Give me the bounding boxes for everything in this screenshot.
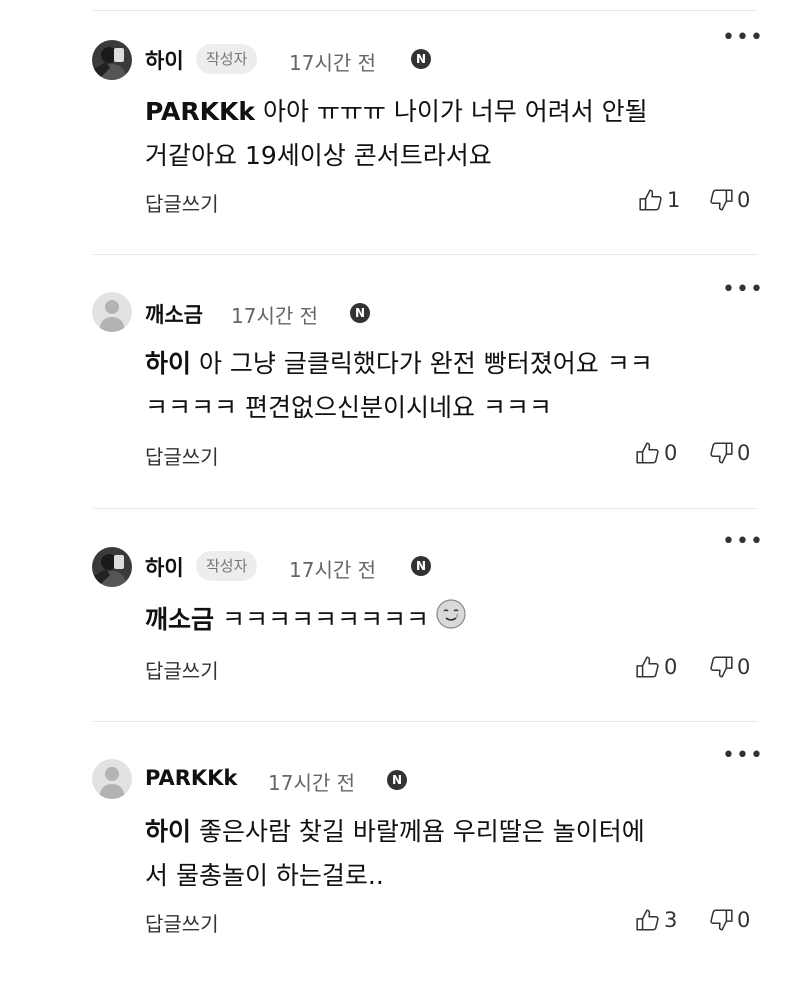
dislike-button[interactable]: 0 xyxy=(708,187,750,213)
comment-author[interactable]: 깨소금 xyxy=(145,299,203,329)
default-avatar-icon xyxy=(92,292,132,332)
thumbs-up-icon xyxy=(639,189,662,211)
avatar[interactable] xyxy=(92,547,132,587)
like-button[interactable]: 3 xyxy=(635,907,677,933)
more-options-icon[interactable]: ••• xyxy=(722,279,764,301)
dislike-button[interactable]: 0 xyxy=(708,440,750,466)
comment-author[interactable]: 하이 xyxy=(145,45,184,75)
thumbs-down-icon xyxy=(710,909,733,931)
dislike-count: 0 xyxy=(737,441,751,465)
comment-text: 깨소금 ㅋㅋㅋㅋㅋㅋㅋㅋㅋ xyxy=(145,598,745,644)
avatar[interactable] xyxy=(92,292,132,332)
comment-text-line: 거같아요 19세이상 콘서트라서요 xyxy=(145,141,492,170)
like-button[interactable]: 1 xyxy=(638,187,680,213)
reply-button[interactable]: 답글쓰기 xyxy=(145,908,219,937)
comment-text-line: ㅋㅋㅋㅋㅋㅋㅋㅋㅋ xyxy=(214,605,429,634)
thumbs-down-icon xyxy=(710,442,733,464)
thumbs-up-icon xyxy=(636,442,659,464)
reply-button[interactable]: 답글쓰기 xyxy=(145,655,219,684)
reply-button[interactable]: 답글쓰기 xyxy=(145,441,219,470)
new-badge: N xyxy=(350,303,370,323)
more-options-icon[interactable]: ••• xyxy=(722,27,764,49)
comment-text: PARKKk 아아 ㅠㅠㅠ 나이가 너무 어려서 안될 거같아요 19세이상 콘… xyxy=(145,90,745,178)
author-badge: 작성자 xyxy=(196,44,258,74)
default-avatar-icon xyxy=(92,759,132,799)
comment-time: 17시간 전 xyxy=(289,51,377,75)
dislike-count: 0 xyxy=(737,655,751,679)
comment-divider xyxy=(93,254,757,255)
comment-divider xyxy=(93,508,757,509)
thumbs-up-icon xyxy=(636,909,659,931)
dislike-count: 0 xyxy=(737,188,751,212)
comment-time: 17시간 전 xyxy=(231,304,319,328)
mention[interactable]: 하이 xyxy=(145,817,191,846)
reply-button[interactable]: 답글쓰기 xyxy=(145,188,219,217)
comment-text: 하이 좋은사람 찾길 바랄께욤 우리딸은 놀이터에 서 물총놀이 하는걸로.. xyxy=(145,810,745,898)
thumbs-up-icon xyxy=(636,656,659,678)
mention[interactable]: 깨소금 xyxy=(145,605,214,634)
thumbs-down-icon xyxy=(710,656,733,678)
new-badge: N xyxy=(411,49,431,69)
top-divider xyxy=(93,10,757,11)
comment-time: 17시간 전 xyxy=(268,771,356,795)
comment-text-line: 아아 ㅠㅠㅠ 나이가 너무 어려서 안될 xyxy=(255,97,648,126)
comment-text-line: 좋은사람 찾길 바랄께욤 우리딸은 놀이터에 xyxy=(191,817,645,846)
comment-text: 하이 아 그냥 글클릭했다가 완전 빵터졌어요 ㅋㅋ ㅋㅋㅋㅋ 편견없으신분이시… xyxy=(145,342,745,430)
comment-divider xyxy=(93,721,757,722)
author-badge: 작성자 xyxy=(196,551,258,581)
like-count: 0 xyxy=(664,655,678,679)
comment-text-line: 서 물총놀이 하는걸로.. xyxy=(145,861,384,890)
thumbs-down-icon xyxy=(710,189,733,211)
mention[interactable]: PARKKk xyxy=(145,97,255,126)
comment-author[interactable]: PARKKk xyxy=(145,766,237,790)
more-options-icon[interactable]: ••• xyxy=(722,531,764,553)
new-badge: N xyxy=(387,770,407,790)
like-button[interactable]: 0 xyxy=(635,440,677,466)
new-badge: N xyxy=(411,556,431,576)
like-button[interactable]: 0 xyxy=(635,654,677,680)
comment-author[interactable]: 하이 xyxy=(145,552,184,582)
more-options-icon[interactable]: ••• xyxy=(722,745,764,767)
like-count: 3 xyxy=(664,908,678,932)
profile-photo-icon xyxy=(92,40,132,80)
mention[interactable]: 하이 xyxy=(145,349,191,378)
comment-text-line: 아 그냥 글클릭했다가 완전 빵터졌어요 ㅋㅋ xyxy=(191,349,653,378)
dislike-count: 0 xyxy=(737,908,751,932)
comment-text-line: ㅋㅋㅋㅋ 편견없으신분이시네요 ㅋㅋㅋ xyxy=(145,393,552,422)
smiling-face-with-tear-icon xyxy=(435,598,467,644)
dislike-button[interactable]: 0 xyxy=(708,654,750,680)
profile-photo-icon xyxy=(92,547,132,587)
like-count: 1 xyxy=(667,188,681,212)
dislike-button[interactable]: 0 xyxy=(708,907,750,933)
like-count: 0 xyxy=(664,441,678,465)
comment-time: 17시간 전 xyxy=(289,558,377,582)
avatar[interactable] xyxy=(92,759,132,799)
avatar[interactable] xyxy=(92,40,132,80)
